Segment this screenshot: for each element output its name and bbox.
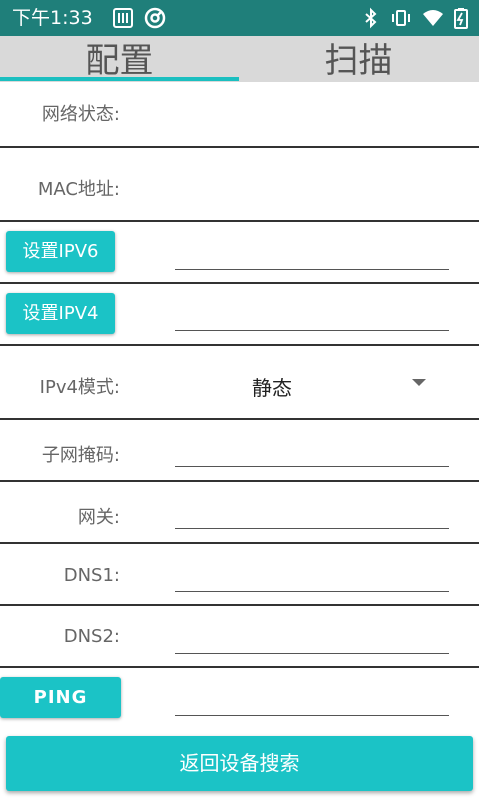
at-sign-icon [144, 7, 166, 29]
divider [0, 146, 479, 148]
battery-charging-icon [454, 8, 468, 29]
tab-bar: 配置 扫描 [0, 36, 479, 82]
active-tab-indicator [0, 77, 239, 81]
status-bar: 下午1:33 [0, 0, 479, 36]
dns1-label: DNS1: [63, 565, 120, 586]
ping-button[interactable]: PING [0, 677, 121, 718]
dns2-input[interactable] [175, 653, 449, 654]
subnet-mask-label: 子网掩码: [41, 445, 120, 466]
gateway-label: 网关: [77, 507, 120, 528]
bluetooth-icon [365, 7, 377, 29]
divider [0, 418, 479, 420]
ipv6-input[interactable] [175, 269, 449, 270]
subnet-mask-input[interactable] [175, 466, 449, 467]
gateway-input[interactable] [175, 528, 449, 529]
divider [0, 604, 479, 606]
set-ipv4-button[interactable]: 设置IPV4 [6, 293, 115, 334]
wifi-icon [423, 10, 443, 26]
divider [0, 344, 479, 346]
tab-scan[interactable]: 扫描 [239, 36, 478, 82]
back-to-search-button[interactable]: 返回设备搜索 [6, 736, 473, 791]
divider [0, 220, 479, 222]
ipv4-mode-select[interactable]: 静态 [252, 372, 292, 401]
ipv4-mode-label: IPv4模式: [39, 377, 120, 398]
set-ipv6-button[interactable]: 设置IPV6 [6, 231, 115, 272]
network-status-label: 网络状态: [41, 104, 120, 125]
dns1-input[interactable] [175, 591, 449, 592]
divider [0, 666, 479, 668]
ipv4-input[interactable] [175, 330, 449, 331]
status-time: 下午1:33 [12, 7, 93, 29]
dns2-label: DNS2: [63, 626, 120, 647]
sim-card-icon [113, 8, 133, 28]
mac-address-label: MAC地址: [37, 179, 120, 200]
ping-input[interactable] [175, 715, 449, 716]
divider [0, 480, 479, 482]
divider [0, 542, 479, 544]
divider [0, 282, 479, 284]
dropdown-arrow-icon[interactable] [412, 379, 426, 386]
vibrate-icon [392, 10, 410, 26]
tab-config[interactable]: 配置 [0, 36, 239, 82]
